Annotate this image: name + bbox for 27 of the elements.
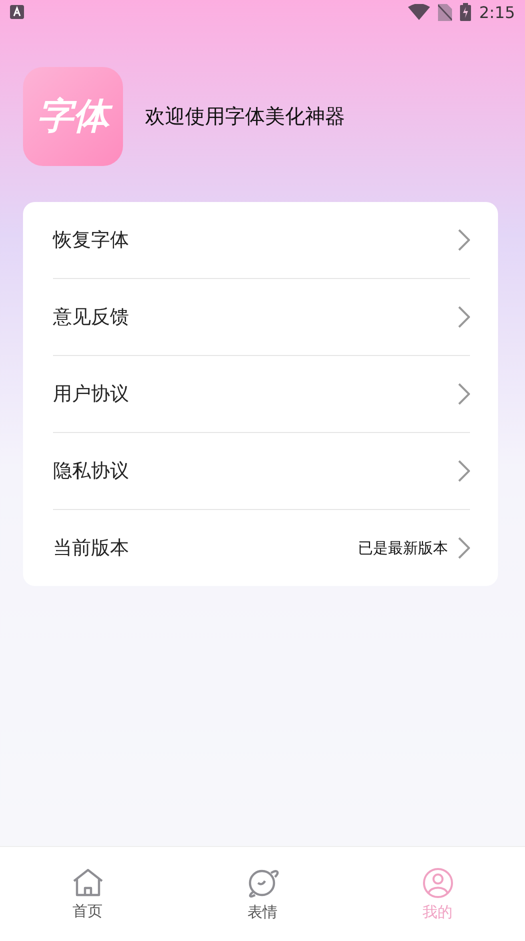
menu-item-label: 隐私协议 [53, 459, 130, 484]
menu-item[interactable]: 恢复字体 [53, 202, 470, 279]
chevron-right-icon [458, 229, 470, 251]
menu-item-label: 当前版本 [53, 536, 130, 561]
menu-item[interactable]: 用户协议 [53, 356, 470, 433]
app-logo: 字体 [23, 67, 123, 166]
chevron-right-icon [458, 537, 470, 559]
version-status: 已是最新版本 [358, 538, 448, 558]
welcome-text: 欢迎使用字体美化神器 [145, 103, 345, 130]
menu-item[interactable]: 意见反馈 [53, 279, 470, 356]
battery-charging-icon [460, 3, 472, 21]
user-icon [422, 866, 454, 898]
keyboard-icon [10, 5, 24, 19]
menu-item[interactable]: 当前版本 已是最新版本 [53, 510, 470, 586]
nav-tab[interactable]: 表情 [175, 847, 350, 941]
chevron-right-icon [458, 460, 470, 482]
home-icon [72, 868, 104, 898]
menu-item-label: 用户协议 [53, 382, 130, 407]
menu-item[interactable]: 隐私协议 [53, 433, 470, 510]
status-time: 2:15 [479, 2, 515, 22]
wifi-icon [408, 4, 430, 20]
chevron-right-icon [458, 383, 470, 405]
menu-item-label: 恢复字体 [53, 228, 130, 253]
chevron-right-icon [458, 306, 470, 328]
no-sim-icon [438, 4, 452, 20]
nav-tab[interactable]: 首页 [0, 847, 175, 941]
menu-item-label: 意见反馈 [53, 305, 130, 330]
